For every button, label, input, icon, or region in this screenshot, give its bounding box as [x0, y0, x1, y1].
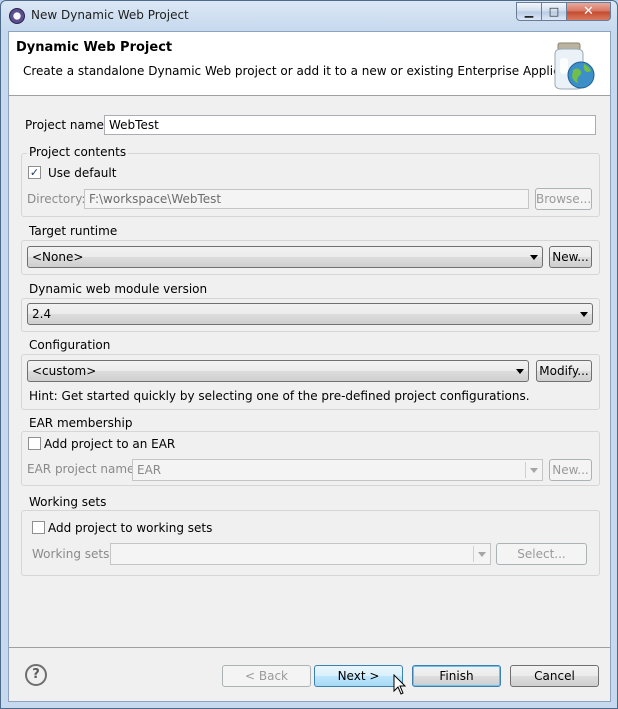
new-runtime-button[interactable]: New... — [549, 246, 592, 268]
working-sets-select[interactable] — [110, 543, 491, 565]
target-runtime-select[interactable]: <None> — [27, 246, 543, 268]
eclipse-icon — [9, 8, 25, 24]
window-controls: ▁ □ ✕ — [516, 2, 611, 21]
modify-button[interactable]: Modify... — [536, 360, 592, 382]
chevron-down-icon — [580, 312, 588, 317]
footer-divider — [9, 647, 610, 648]
chevron-down-icon — [478, 552, 486, 557]
help-icon[interactable]: ? — [25, 664, 47, 686]
add-to-working-sets-checkbox[interactable] — [32, 521, 45, 534]
configuration-hint: Hint: Get started quickly by selecting o… — [29, 389, 530, 403]
project-name-label: Project name: — [25, 118, 108, 132]
cancel-button[interactable]: Cancel — [510, 665, 599, 687]
configuration-select[interactable]: <custom> — [27, 360, 529, 382]
module-version-value: 2.4 — [32, 307, 52, 321]
add-to-working-sets-label: Add project to working sets — [48, 521, 213, 535]
dialog-client-area: Dynamic Web Project Create a standalone … — [8, 31, 611, 702]
module-version-title: Dynamic web module version — [27, 282, 210, 296]
ear-project-name-value: EAR — [137, 463, 162, 477]
page-title: Dynamic Web Project — [16, 40, 173, 55]
combo-separator — [525, 462, 526, 478]
ear-project-name-select[interactable]: EAR — [132, 459, 543, 481]
mouse-pointer-icon — [393, 674, 407, 695]
chevron-down-icon — [530, 255, 538, 260]
minimize-button[interactable]: ▁ — [516, 2, 542, 21]
target-runtime-title: Target runtime — [27, 224, 120, 238]
working-sets-title: Working sets — [27, 495, 109, 509]
directory-label: Directory: — [27, 192, 86, 206]
module-version-select[interactable]: 2.4 — [27, 303, 593, 325]
page-description: Create a standalone Dynamic Web project … — [23, 64, 594, 78]
configuration-title: Configuration — [27, 338, 113, 352]
window-title: New Dynamic Web Project — [31, 8, 189, 22]
add-to-ear-checkbox[interactable] — [28, 437, 41, 450]
chevron-down-icon — [516, 369, 524, 374]
web-project-jar-globe-icon — [554, 42, 595, 90]
title-bar[interactable]: New Dynamic Web Project ▁ □ ✕ — [1, 1, 617, 31]
project-name-input[interactable]: WebTest — [104, 115, 596, 135]
configuration-value: <custom> — [32, 364, 97, 378]
dialog-window: New Dynamic Web Project ▁ □ ✕ Dynamic We… — [0, 0, 618, 709]
working-sets-label: Working sets: — [32, 547, 114, 561]
maximize-button[interactable]: □ — [542, 2, 567, 21]
directory-input[interactable]: F:\workspace\WebTest — [84, 189, 529, 209]
use-default-checkbox[interactable]: ✓ — [28, 166, 41, 179]
combo-separator — [473, 546, 474, 562]
back-button[interactable]: < Back — [222, 665, 311, 687]
ear-project-name-label: EAR project name: — [27, 462, 139, 476]
add-to-ear-label: Add project to an EAR — [44, 437, 176, 451]
close-button[interactable]: ✕ — [567, 2, 611, 21]
next-button[interactable]: Next > — [314, 665, 403, 687]
wizard-header: Dynamic Web Project Create a standalone … — [9, 32, 610, 96]
project-contents-title: Project contents — [27, 145, 129, 159]
use-default-label: Use default — [48, 166, 117, 180]
chevron-down-icon — [530, 468, 538, 473]
finish-button[interactable]: Finish — [412, 665, 501, 687]
ear-membership-title: EAR membership — [27, 416, 135, 430]
target-runtime-value: <None> — [32, 250, 84, 264]
browse-button[interactable]: Browse... — [535, 188, 592, 210]
select-working-sets-button[interactable]: Select... — [496, 543, 587, 565]
new-ear-button[interactable]: New... — [549, 459, 592, 481]
